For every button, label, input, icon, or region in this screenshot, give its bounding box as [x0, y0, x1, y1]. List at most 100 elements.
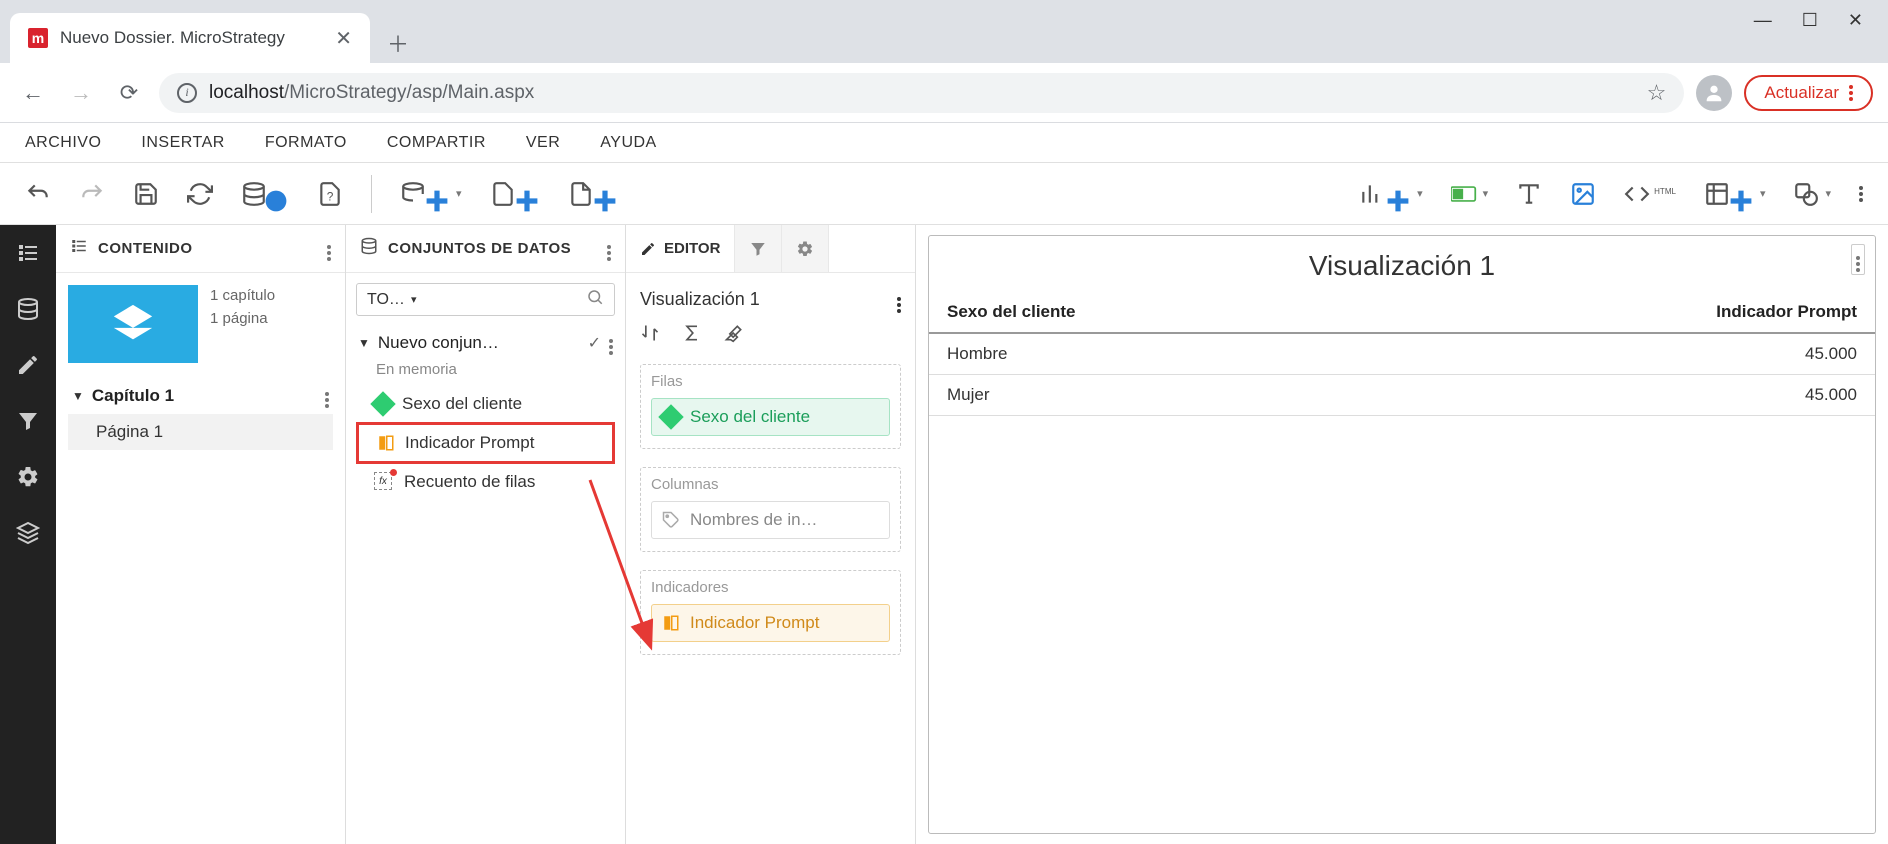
- browser-nav-bar: ← → ⟳ i localhost/MicroStrategy/asp/Main…: [0, 63, 1888, 123]
- rows-dropzone[interactable]: Filas Sexo del cliente: [640, 364, 901, 449]
- datasets-more-button[interactable]: [607, 236, 611, 261]
- database-icon: [360, 237, 378, 260]
- shape-button[interactable]: ▾: [1793, 181, 1831, 207]
- group-more-button[interactable]: [609, 330, 613, 355]
- filter-button[interactable]: ▾: [1451, 181, 1489, 207]
- table-header-col2[interactable]: Indicador Prompt: [1385, 292, 1875, 333]
- menu-formato[interactable]: FORMATO: [265, 134, 347, 152]
- image-button[interactable]: [1570, 181, 1596, 207]
- datasets-filter[interactable]: TO…▾: [356, 283, 615, 316]
- menu-ver[interactable]: VER: [526, 134, 560, 152]
- tab-close-icon[interactable]: ✕: [335, 26, 352, 51]
- chart-button[interactable]: ▾: [1359, 174, 1423, 214]
- new-chapter-button[interactable]: [568, 174, 618, 214]
- save-button[interactable]: [133, 181, 159, 207]
- reprompt-button[interactable]: ?: [317, 181, 343, 207]
- table-row[interactable]: Hombre 45.000: [929, 333, 1875, 375]
- toolbar: ? ▾ ▾ ▾ HTML ▾ ▾: [0, 163, 1888, 225]
- editor-panel: EDITOR Visualización 1 Filas: [626, 225, 916, 844]
- editor-tools: [640, 323, 901, 348]
- viz-more-button[interactable]: [1851, 244, 1865, 275]
- vnav-settings-icon[interactable]: [0, 449, 56, 505]
- panel-button[interactable]: ▾: [1704, 174, 1766, 214]
- url-bar[interactable]: i localhost/MicroStrategy/asp/Main.aspx …: [159, 73, 1684, 113]
- bookmark-star-icon[interactable]: ☆: [1647, 80, 1667, 106]
- table-header-col1[interactable]: Sexo del cliente: [929, 292, 1385, 333]
- url-text: localhost/MicroStrategy/asp/Main.aspx: [209, 82, 534, 104]
- html-button[interactable]: HTML: [1624, 181, 1676, 207]
- cover-thumb-icon: [68, 285, 198, 363]
- back-button[interactable]: ←: [15, 75, 51, 111]
- browser-tab[interactable]: m Nuevo Dossier. MicroStrategy ✕: [10, 13, 370, 63]
- swap-icon[interactable]: [640, 323, 660, 348]
- window-minimize-icon[interactable]: —: [1754, 10, 1772, 31]
- menu-ayuda[interactable]: AYUDA: [600, 134, 656, 152]
- dataset-item-metric[interactable]: Indicador Prompt: [356, 422, 615, 464]
- toolbar-more-button[interactable]: [1859, 186, 1863, 202]
- eraser-icon[interactable]: [724, 323, 744, 348]
- redo-button[interactable]: [79, 181, 105, 207]
- window-maximize-icon[interactable]: ☐: [1802, 10, 1818, 31]
- chapter-more-button[interactable]: [325, 383, 329, 408]
- reload-button[interactable]: ⟳: [111, 75, 147, 111]
- dataset-group[interactable]: ▼ Nuevo conjun… ✓: [356, 326, 615, 359]
- tab-title: Nuevo Dossier. MicroStrategy: [60, 28, 323, 48]
- columns-dropzone[interactable]: Columnas Nombres de in…: [640, 467, 901, 552]
- dataset-item-fx[interactable]: fx Recuento de filas: [356, 464, 615, 500]
- editor-more-button[interactable]: [897, 285, 901, 313]
- new-page-button[interactable]: [490, 174, 540, 214]
- editor-tab-filter[interactable]: [735, 225, 782, 272]
- site-info-icon[interactable]: i: [177, 83, 197, 103]
- window-close-icon[interactable]: ✕: [1848, 10, 1863, 31]
- visualization-title: Visualización 1: [929, 236, 1875, 292]
- toolbar-separator: [371, 175, 372, 213]
- browser-tab-bar: m Nuevo Dossier. MicroStrategy ✕ ＋: [0, 0, 1888, 63]
- profile-button[interactable]: [1696, 75, 1732, 111]
- chevron-down-icon: ▼: [358, 336, 370, 350]
- columns-label: Columnas: [651, 476, 890, 493]
- undo-button[interactable]: [25, 181, 51, 207]
- table-row[interactable]: Mujer 45.000: [929, 375, 1875, 416]
- update-button[interactable]: Actualizar: [1744, 75, 1873, 111]
- chapter-row[interactable]: ▼ Capítulo 1: [68, 377, 333, 414]
- more-icon: [1849, 85, 1853, 101]
- chevron-down-icon: ▼: [72, 389, 84, 403]
- cover-card[interactable]: 1 capítulo 1 página: [68, 285, 333, 363]
- editor-viz-name-row: Visualización 1: [640, 285, 901, 313]
- dataset-item-attribute[interactable]: Sexo del cliente: [356, 386, 615, 422]
- columns-chip[interactable]: Nombres de in…: [651, 501, 890, 539]
- vnav-layers-icon[interactable]: [0, 505, 56, 561]
- vnav-toc-icon[interactable]: [0, 225, 56, 281]
- add-data-button[interactable]: ▾: [400, 174, 462, 214]
- data-button[interactable]: [241, 174, 289, 214]
- filter-select[interactable]: TO…▾: [367, 291, 416, 309]
- metrics-dropzone[interactable]: Indicadores Indicador Prompt: [640, 570, 901, 655]
- editor-tab-format[interactable]: [782, 225, 829, 272]
- metric-icon: [377, 434, 395, 452]
- visualization-area: Visualización 1 Sexo del cliente Indicad…: [916, 225, 1888, 844]
- metrics-chip[interactable]: Indicador Prompt: [651, 604, 890, 642]
- menu-compartir[interactable]: COMPARTIR: [387, 134, 486, 152]
- menu-insertar[interactable]: INSERTAR: [141, 134, 224, 152]
- search-icon[interactable]: [424, 288, 604, 311]
- refresh-button[interactable]: [187, 181, 213, 207]
- page-row[interactable]: Página 1: [68, 414, 333, 450]
- vnav-filter-icon[interactable]: [0, 393, 56, 449]
- forward-button[interactable]: →: [63, 75, 99, 111]
- editor-tab-editor[interactable]: EDITOR: [626, 225, 735, 272]
- attribute-icon: [658, 404, 683, 429]
- menu-archivo[interactable]: ARCHIVO: [25, 134, 101, 152]
- rows-chip[interactable]: Sexo del cliente: [651, 398, 890, 436]
- text-button[interactable]: [1516, 181, 1542, 207]
- datasets-panel: CONJUNTOS DE DATOS TO…▾ ▼ Nuevo conjun… …: [346, 225, 626, 844]
- memory-label: En memoria: [356, 359, 615, 386]
- content-more-button[interactable]: [327, 236, 331, 261]
- tag-icon: [662, 511, 680, 529]
- datasets-panel-header: CONJUNTOS DE DATOS: [346, 225, 625, 273]
- vnav-edit-icon[interactable]: [0, 337, 56, 393]
- sigma-icon[interactable]: [682, 323, 702, 348]
- editor-tabs: EDITOR: [626, 225, 915, 273]
- content-panel-title: CONTENIDO: [98, 240, 317, 257]
- new-tab-button[interactable]: ＋: [378, 23, 418, 63]
- vnav-data-icon[interactable]: [0, 281, 56, 337]
